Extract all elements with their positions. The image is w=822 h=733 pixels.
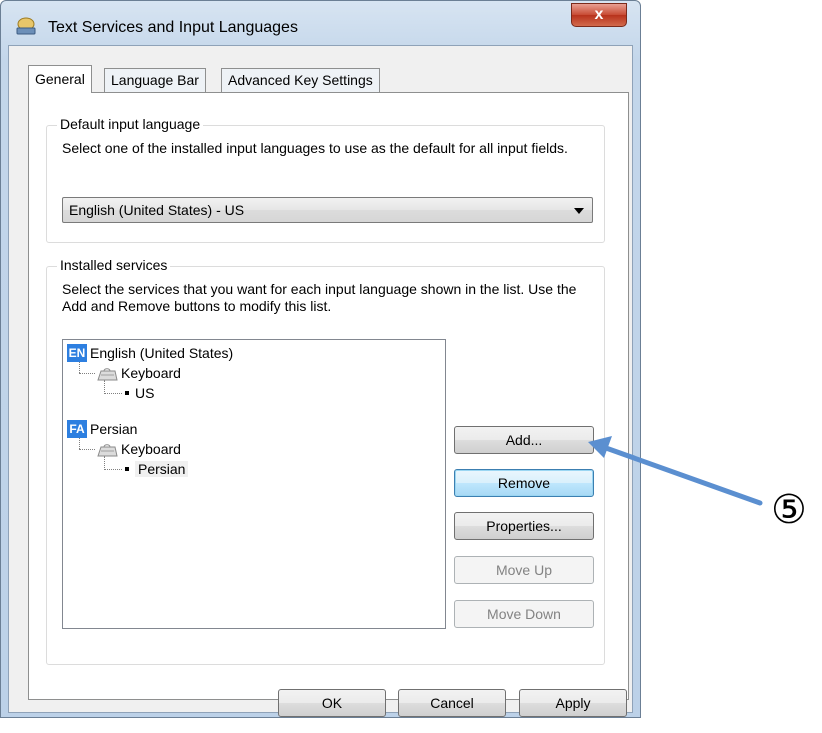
tree-language-label: Persian bbox=[90, 421, 138, 437]
services-tree[interactable]: ENEnglish (United States) Keyboard US F bbox=[62, 339, 446, 629]
move-down-button[interactable]: Move Down bbox=[454, 600, 594, 628]
tab-language-bar[interactable]: Language Bar bbox=[104, 68, 206, 92]
group-installed-services: Installed services Select the services t… bbox=[46, 257, 605, 665]
keyboard-globe-icon bbox=[16, 17, 36, 35]
chevron-down-icon bbox=[574, 208, 584, 214]
tree-item-keyboard-en[interactable]: Keyboard bbox=[96, 363, 181, 383]
tree-layout-label: Persian bbox=[135, 461, 189, 477]
language-badge-en: EN bbox=[67, 344, 87, 362]
bullet-icon bbox=[125, 467, 129, 472]
tree-item-layout-us[interactable]: US bbox=[125, 383, 154, 403]
bullet-icon bbox=[125, 391, 129, 396]
keyboard-icon bbox=[97, 444, 118, 457]
tree-connector bbox=[79, 449, 95, 450]
step-marker: ⑤ bbox=[771, 487, 807, 533]
properties-button[interactable]: Properties... bbox=[454, 512, 594, 540]
tree-category-label: Keyboard bbox=[121, 441, 181, 457]
group-legend-installed: Installed services bbox=[57, 257, 171, 273]
tab-general[interactable]: General bbox=[28, 65, 92, 93]
keyboard-icon bbox=[97, 368, 118, 381]
installed-services-description: Select the services that you want for ea… bbox=[62, 281, 577, 314]
tab-panel-general: Default input language Select one of the… bbox=[28, 92, 629, 700]
cancel-button[interactable]: Cancel bbox=[398, 689, 506, 717]
tree-item-layout-persian[interactable]: Persian bbox=[125, 459, 189, 479]
tree-item-keyboard-fa[interactable]: Keyboard bbox=[96, 439, 181, 459]
ok-button[interactable]: OK bbox=[278, 689, 386, 717]
window-title: Text Services and Input Languages bbox=[48, 19, 298, 36]
default-input-description: Select one of the installed input langua… bbox=[62, 140, 568, 156]
apply-button[interactable]: Apply bbox=[519, 689, 627, 717]
move-up-button[interactable]: Move Up bbox=[454, 556, 594, 584]
remove-button[interactable]: Remove bbox=[454, 469, 594, 497]
tree-language-label: English (United States) bbox=[90, 345, 234, 361]
tree-connector bbox=[104, 393, 122, 394]
tab-advanced-key-settings[interactable]: Advanced Key Settings bbox=[221, 68, 380, 92]
tree-layout-label: US bbox=[135, 385, 155, 401]
tree-item-language-fa[interactable]: FA Persian bbox=[67, 419, 137, 439]
tree-connector bbox=[104, 469, 122, 470]
close-button[interactable]: x bbox=[571, 3, 627, 27]
dialog-client: General Language Bar Advanced Key Settin… bbox=[8, 45, 633, 717]
default-language-value: English (United States) - US bbox=[69, 202, 245, 218]
group-legend-default: Default input language bbox=[57, 116, 204, 132]
title-bar[interactable]: Text Services and Input Languages x bbox=[1, 1, 640, 45]
language-badge-fa: FA bbox=[67, 420, 87, 438]
add-button[interactable]: Add... bbox=[454, 426, 594, 454]
tree-connector bbox=[79, 373, 95, 374]
default-language-select[interactable]: English (United States) - US bbox=[62, 197, 593, 223]
group-default-input-language: Default input language Select one of the… bbox=[46, 116, 605, 243]
tree-category-label: Keyboard bbox=[121, 365, 181, 381]
tree-item-language-en[interactable]: EN English (United States) bbox=[67, 343, 233, 363]
dialog-window: Text Services and Input Languages x Gene… bbox=[0, 0, 641, 718]
